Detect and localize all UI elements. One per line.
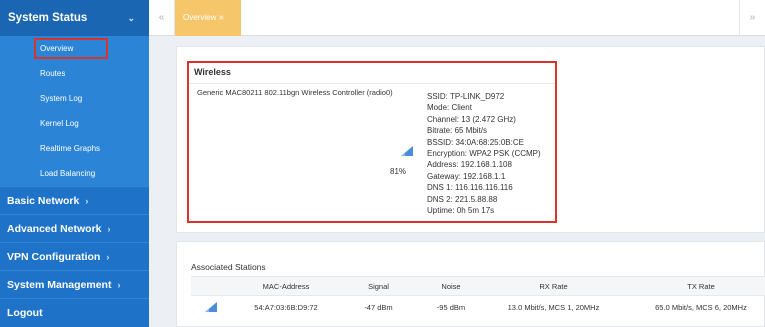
chevron-right-icon: › [107,223,111,234]
info-ssid: SSID: TP-LINK_D972 [427,92,505,101]
cell-tx-rate: 65.0 Mbit/s, MCS 6, 20MHz [655,302,747,312]
header-mac: MAC-Address [262,281,310,291]
associated-stations-panel: Associated Stations MAC-Address Signal N… [176,241,765,327]
tab-bar: « Overview ✕ » [149,0,765,36]
info-encryption: Encryption: WPA2 PSK (CCMP) [427,149,541,159]
sidebar-item-kernel-log[interactable]: Kernel Log [0,111,149,136]
signal-strength-icon [401,146,413,156]
wireless-title: Wireless [194,67,231,77]
divider [189,83,555,84]
sidebar-item-vpn-configuration[interactable]: VPN Configuration › [0,242,149,270]
sidebar-item-label: System Management [7,278,112,291]
scroll-tabs-left-icon[interactable]: « [149,0,175,36]
sidebar-item-system-log[interactable]: System Log [0,86,149,111]
close-icon[interactable]: ✕ [218,15,224,22]
scroll-tabs-right-icon[interactable]: » [739,0,765,36]
signal-strength-icon [205,302,217,312]
info-dns2: DNS 2: 221.5.88.88 [427,194,498,204]
wireless-highlight-box: Wireless Generic MAC80211 802.11bgn Wire… [187,61,557,223]
chevron-down-icon: ⌄ [127,12,135,23]
header-tx-rate: TX Rate [687,281,715,291]
wireless-info: SSID: TP-LINK_D972 Mode: Client Channel:… [427,91,541,216]
header-rx-rate: RX Rate [539,281,568,291]
sidebar-item-label: System Log [40,94,83,103]
sidebar-item-label: Logout [7,306,43,319]
stations-title: Associated Stations [191,262,266,272]
cell-signal: -47 dBm [364,302,393,312]
info-dns1: DNS 1: 116.116.116.116 [427,183,513,193]
info-bitrate: Bitrate: 65 Mbit/s [427,126,488,136]
wireless-panel: Wireless Generic MAC80211 802.11bgn Wire… [176,46,765,233]
sidebar-item-label: Overview [40,44,74,53]
sidebar-item-label: Advanced Network [7,222,102,235]
cell-rx-rate: 13.0 Mbit/s, MCS 1, 20MHz [507,302,600,312]
sidebar-section-label: System Status [8,12,88,24]
info-uptime: Uptime: 0h 5m 17s [427,206,495,216]
sidebar-item-label: Kernel Log [40,119,79,128]
sidebar-item-advanced-network[interactable]: Advanced Network › [0,214,149,242]
sidebar-item-routes[interactable]: Routes [0,61,149,86]
chevron-right-icon: › [106,251,110,262]
sidebar-item-overview[interactable]: Overview [0,36,149,61]
row-signal-icon-cell [191,296,231,318]
sidebar-item-system-management[interactable]: System Management › [0,270,149,298]
header-icon-column [191,277,231,295]
sidebar-section-system-status[interactable]: System Status ⌄ [0,0,149,36]
sidebar-item-label: Routes [40,69,66,78]
sidebar-item-basic-network[interactable]: Basic Network › [0,186,149,214]
stations-table-header: MAC-Address Signal Noise RX Rate TX Rate [191,276,765,296]
sidebar-item-label: Load Balancing [40,169,96,178]
tab-label: Overview [183,13,217,22]
info-mode: Mode: Client [427,103,472,113]
header-signal: Signal [368,281,389,291]
sidebar-submenu: Overview Routes System Log Kernel Log Re… [0,36,149,186]
sidebar-item-label: Basic Network [7,194,80,207]
cell-mac: 54:A7:03:6B:D9:72 [254,302,318,312]
sidebar: System Status ⌄ Overview Routes System L… [0,0,149,327]
sidebar-item-label: VPN Configuration [7,250,101,263]
cell-noise: -95 dBm [436,302,466,312]
sidebar-item-realtime-graphs[interactable]: Realtime Graphs [0,136,149,161]
header-noise: Noise [441,281,461,291]
tab-overview[interactable]: Overview ✕ [175,0,241,36]
table-row: 54:A7:03:6B:D9:72 -47 dBm -95 dBm 13.0 M… [191,296,765,318]
chevron-right-icon: › [85,195,89,206]
info-bssid: BSSID: 34:0A:68:25:0B:CE [427,137,524,147]
wireless-device-name: Generic MAC80211 802.11bgn Wireless Cont… [197,88,393,97]
sidebar-item-logout[interactable]: Logout [0,298,149,326]
info-address: Address: 192.168.1.108 [427,160,512,170]
chevron-right-icon: › [117,279,121,290]
info-gateway: Gateway: 192.168.1.1 [427,171,506,181]
sidebar-item-load-balancing[interactable]: Load Balancing [0,161,149,186]
info-channel: Channel: 13 (2.472 GHz) [427,114,516,124]
signal-percent: 81% [390,167,407,176]
sidebar-item-label: Realtime Graphs [40,144,101,153]
